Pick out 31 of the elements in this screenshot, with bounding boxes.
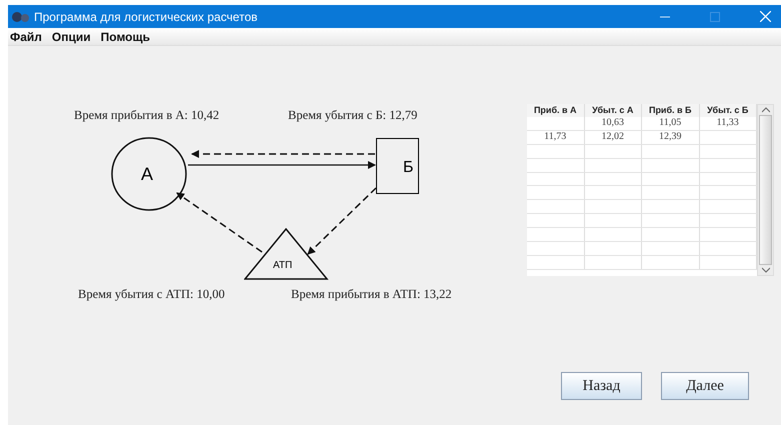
square-node	[376, 138, 419, 194]
app-icon	[12, 10, 30, 22]
menu-item[interactable]: Опции	[52, 28, 91, 46]
scrollbar[interactable]	[757, 104, 774, 276]
nav-button[interactable]: Далее	[661, 372, 749, 400]
table-cell: 10,63	[602, 117, 624, 128]
table-cell: 12,39	[659, 130, 682, 142]
dashed-arrow	[307, 187, 377, 255]
node-label: А	[141, 163, 154, 186]
menu-item[interactable]: Файл	[10, 28, 42, 46]
table-cell: 11,33	[716, 117, 739, 128]
column-header[interactable]: Убыт. с Б	[700, 104, 757, 117]
column-header[interactable]: Убыт. с А	[584, 104, 642, 117]
time-label: Время убытия с Б: 12,79	[288, 107, 418, 124]
column-header[interactable]: Приб. в Б	[642, 104, 700, 117]
time-label: Время прибытия в АТП: 13,22	[291, 286, 452, 303]
scroll-down-icon[interactable]	[762, 267, 770, 273]
close-icon[interactable]	[760, 11, 771, 22]
time-label: Время убытия с АТП: 10,00	[78, 286, 225, 303]
node-label: Б	[403, 158, 414, 178]
time-label: Время прибытия в А: 10,42	[74, 107, 220, 124]
table-cell: 12,02	[602, 130, 624, 142]
scroll-up-icon[interactable]	[762, 107, 770, 113]
node-label: АТП	[273, 259, 292, 273]
menu-item[interactable]: Помощь	[100, 28, 150, 46]
scroll-thumb[interactable]	[759, 115, 772, 265]
column-header[interactable]: Приб. в А	[527, 104, 584, 117]
table-cell: 11,73	[544, 130, 566, 142]
nav-button[interactable]: Назад	[561, 372, 642, 400]
window-title: Программа для логистических расчетов	[34, 8, 258, 26]
table-cell: 11,05	[659, 117, 682, 128]
